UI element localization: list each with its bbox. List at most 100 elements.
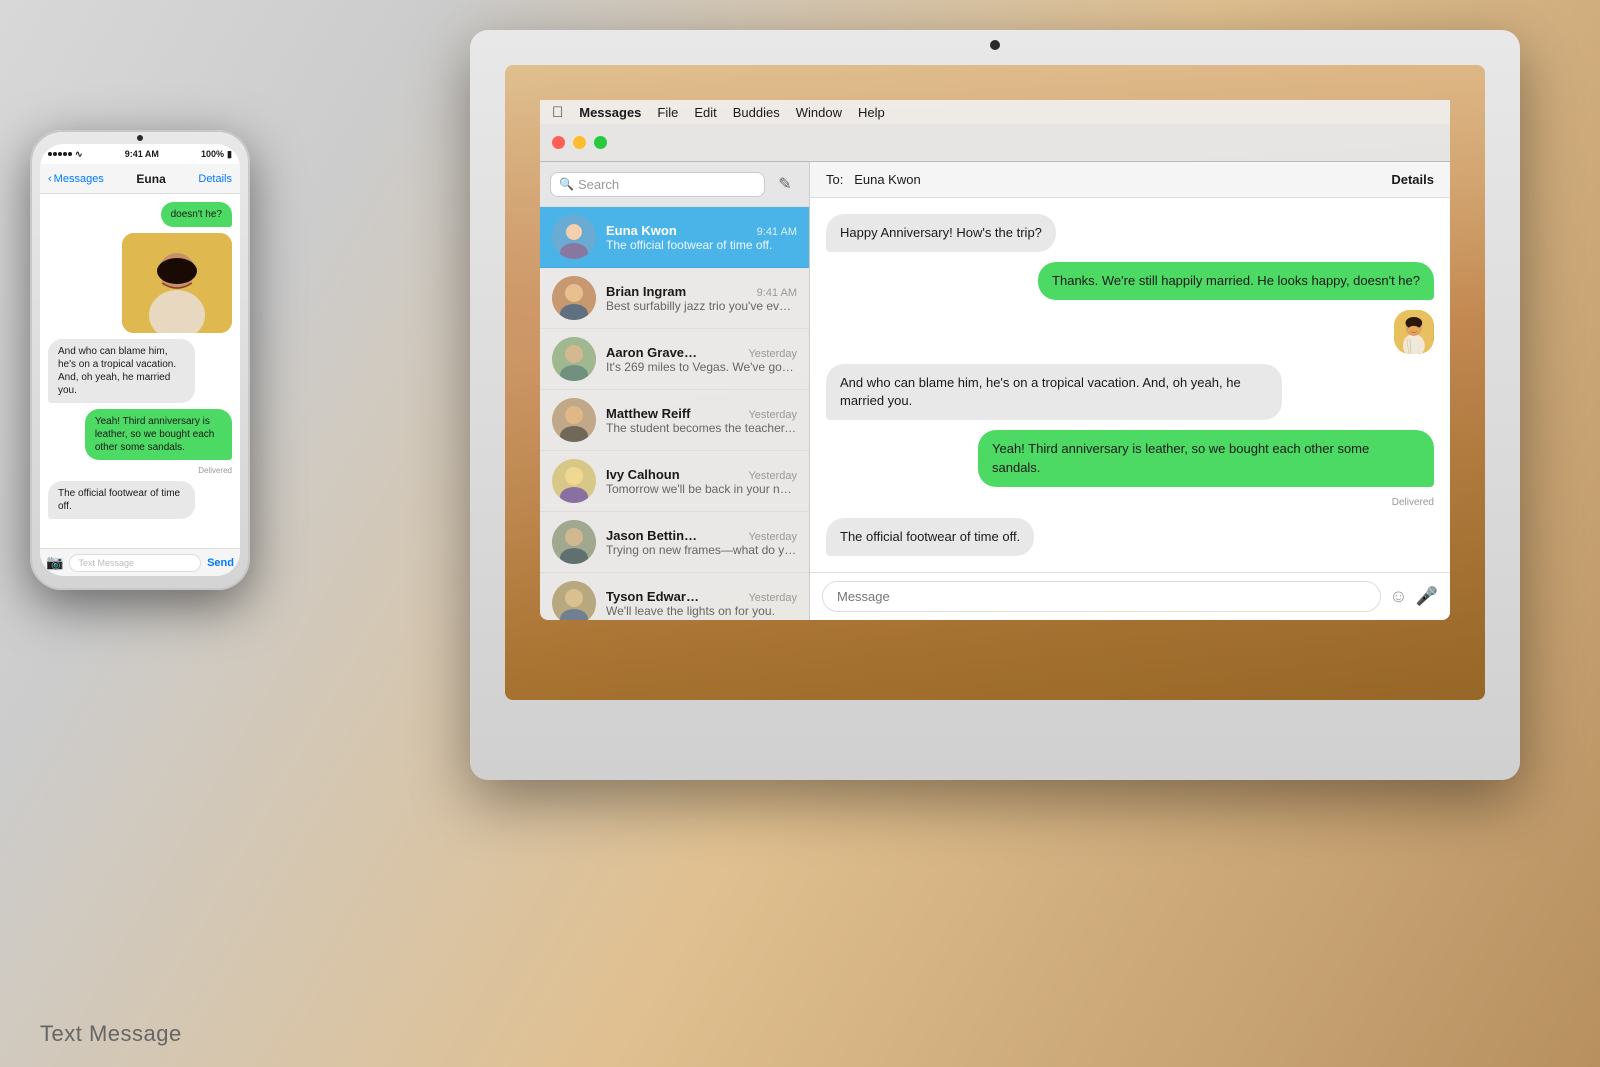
conv-details-aaron: Aaron Grave… Yesterday It's 269 miles to…: [606, 345, 797, 374]
menu-buddies[interactable]: Buddies: [733, 105, 780, 120]
ios-msg-image: [122, 233, 232, 333]
iphone: ∿ 9:41 AM 100% ▮ ‹ Messages Euna Details: [30, 130, 250, 590]
menu-file[interactable]: File: [657, 105, 678, 120]
conversation-item-ivy[interactable]: Ivy Calhoun Yesterday Tomorrow we'll be …: [540, 451, 809, 512]
message-2: Thanks. We're still happily married. He …: [1038, 262, 1434, 300]
conversation-list: Euna Kwon 9:41 AM The official footwear …: [540, 207, 809, 620]
ios-details-button[interactable]: Details: [198, 173, 232, 185]
compose-button[interactable]: ✎: [771, 170, 799, 198]
macbook-camera: [990, 40, 1000, 50]
conv-name-tyson: Tyson Edwar…: [606, 589, 699, 604]
ios-msg-4: Yeah! Third anniversary is leather, so w…: [85, 409, 232, 460]
conv-name-matthew: Matthew Reiff: [606, 406, 691, 421]
conversation-item-tyson[interactable]: Tyson Edwar… Yesterday We'll leave the l…: [540, 573, 809, 620]
ios-messages: doesn't he? And who can blame h: [40, 194, 240, 548]
ios-back-button[interactable]: ‹ Messages: [48, 173, 104, 185]
ios-status-bar: ∿ 9:41 AM 100% ▮: [40, 144, 240, 164]
chat-details-button[interactable]: Details: [1391, 172, 1434, 187]
conv-details-euna: Euna Kwon 9:41 AM The official footwear …: [606, 223, 797, 252]
minimize-button[interactable]: [573, 136, 586, 149]
avatar-tyson: [552, 581, 596, 620]
signal-dot-5: [68, 152, 72, 156]
message-image-inner: [1394, 310, 1434, 354]
message-5: Yeah! Third anniversary is leather, so w…: [978, 430, 1434, 486]
text-message-footer-label: Text Message: [40, 1021, 182, 1047]
conv-time-brian: 9:41 AM: [757, 287, 797, 299]
search-placeholder: Search: [578, 177, 619, 192]
conv-details-jason: Jason Bettin… Yesterday Trying on new fr…: [606, 528, 797, 557]
ios-input-bar: 📷 Text Message Send: [40, 548, 240, 576]
delivered-label: Delivered: [826, 497, 1434, 508]
macbook-screen:  Messages File Edit Buddies Window Help: [505, 65, 1485, 700]
conv-name-jason: Jason Bettin…: [606, 528, 697, 543]
signal-dot-3: [58, 152, 62, 156]
conv-time-tyson: Yesterday: [748, 592, 797, 604]
ios-msg-1: doesn't he?: [161, 202, 232, 227]
ios-nav-bar: ‹ Messages Euna Details: [40, 164, 240, 194]
menu-help[interactable]: Help: [858, 105, 885, 120]
conv-time-jason: Yesterday: [748, 531, 797, 543]
sidebar: 🔍 Search ✎: [540, 162, 810, 620]
status-right: 100% ▮: [201, 149, 232, 160]
conv-preview-euna: The official footwear of time off.: [606, 238, 797, 252]
conversation-item-matthew[interactable]: Matthew Reiff Yesterday The student beco…: [540, 390, 809, 451]
window-chrome: [540, 124, 1450, 162]
search-icon: 🔍: [559, 177, 574, 191]
conv-details-matthew: Matthew Reiff Yesterday The student beco…: [606, 406, 797, 435]
chat-contact-name: Euna Kwon: [854, 172, 921, 187]
conversation-item-brian[interactable]: Brian Ingram 9:41 AM Best surfabilly jaz…: [540, 268, 809, 329]
conv-time-ivy: Yesterday: [748, 470, 797, 482]
conv-preview-aaron: It's 269 miles to Vegas. We've got a ful…: [606, 360, 797, 374]
conv-preview-tyson: We'll leave the lights on for you.: [606, 604, 797, 618]
message-input[interactable]: [822, 581, 1381, 612]
close-button[interactable]: [552, 136, 565, 149]
ios-time-display: 9:41 AM: [125, 149, 159, 159]
emoji-button[interactable]: ☺: [1389, 586, 1407, 607]
search-input-wrap[interactable]: 🔍 Search: [550, 172, 765, 197]
battery-icon: ▮: [227, 149, 232, 160]
conv-name-ivy: Ivy Calhoun: [606, 467, 680, 482]
mic-button[interactable]: 🎤: [1416, 586, 1438, 607]
chat-header: To: Euna Kwon Details: [810, 162, 1450, 198]
conv-time-euna: 9:41 AM: [757, 226, 797, 238]
conv-details-ivy: Ivy Calhoun Yesterday Tomorrow we'll be …: [606, 467, 797, 496]
conv-name-aaron: Aaron Grave…: [606, 345, 697, 360]
to-prefix: To:: [826, 172, 843, 187]
conv-preview-matthew: The student becomes the teacher. And vic…: [606, 421, 797, 435]
conv-name-euna: Euna Kwon: [606, 223, 677, 238]
message-3-image: [1394, 310, 1434, 354]
avatar-ivy: [552, 459, 596, 503]
conv-preview-brian: Best surfabilly jazz trio you've ever he…: [606, 299, 797, 313]
message-4: And who can blame him, he's on a tropica…: [826, 364, 1282, 420]
conversation-item-euna[interactable]: Euna Kwon 9:41 AM The official footwear …: [540, 207, 809, 268]
wifi-icon: ∿: [75, 149, 83, 160]
back-arrow-icon: ‹: [48, 173, 52, 185]
conv-preview-ivy: Tomorrow we'll be back in your neighborh…: [606, 482, 797, 496]
ios-camera-icon[interactable]: 📷: [46, 554, 63, 571]
conversation-item-jason[interactable]: Jason Bettin… Yesterday Trying on new fr…: [540, 512, 809, 573]
macbook:  Messages File Edit Buddies Window Help: [470, 30, 1520, 780]
messages-window: 🔍 Search ✎: [540, 124, 1450, 620]
battery-label: 100%: [201, 149, 224, 159]
message-1: Happy Anniversary! How's the trip?: [826, 214, 1056, 252]
menu-bar:  Messages File Edit Buddies Window Help: [540, 100, 1450, 124]
search-bar: 🔍 Search ✎: [540, 162, 809, 207]
chat-input-bar: ☺ 🎤: [810, 572, 1450, 620]
ios-msg-image-inner: [122, 233, 232, 333]
signal-dot-2: [53, 152, 57, 156]
ios-contact-name: Euna: [136, 172, 165, 186]
ios-delivered-label: Delivered: [48, 466, 232, 475]
conv-details-brian: Brian Ingram 9:41 AM Best surfabilly jaz…: [606, 284, 797, 313]
back-label: Messages: [54, 173, 104, 185]
ios-text-input[interactable]: Text Message: [69, 554, 201, 572]
menu-window[interactable]: Window: [796, 105, 842, 120]
conversation-item-aaron[interactable]: Aaron Grave… Yesterday It's 269 miles to…: [540, 329, 809, 390]
maximize-button[interactable]: [594, 136, 607, 149]
avatar-aaron: [552, 337, 596, 381]
status-left: ∿: [48, 149, 83, 160]
menu-edit[interactable]: Edit: [694, 105, 716, 120]
iphone-camera: [137, 135, 143, 141]
ios-msg-3: And who can blame him, he's on a tropica…: [48, 339, 195, 403]
window-body: 🔍 Search ✎: [540, 162, 1450, 620]
ios-send-button[interactable]: Send: [207, 557, 234, 569]
